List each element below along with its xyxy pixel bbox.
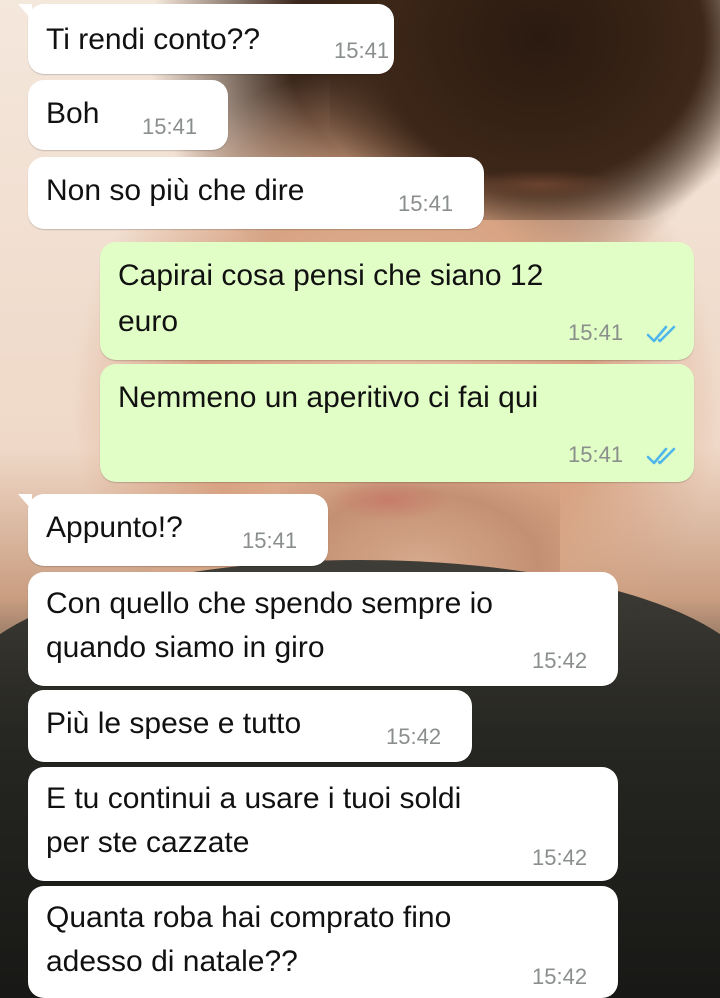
wallpaper-photo-eyebrow bbox=[460, 170, 620, 200]
message-time: 15:42 bbox=[386, 724, 442, 749]
message-bubble-incoming[interactable]: Con quello che spendo sempre io quando s… bbox=[28, 572, 618, 686]
message-bubble-incoming[interactable]: Appunto!? 15:41 bbox=[18, 494, 328, 566]
message-text: Boh bbox=[46, 97, 100, 130]
message-text: Appunto!? bbox=[46, 511, 183, 544]
message-text-line: per ste cazzate bbox=[46, 826, 250, 859]
message-text-line: quando siamo in giro bbox=[46, 631, 325, 664]
message-time: 15:41 bbox=[142, 114, 198, 139]
message-text-line: Con quello che spendo sempre io bbox=[46, 587, 493, 620]
message-time: 15:41 bbox=[242, 528, 298, 553]
bubble-tail bbox=[18, 4, 32, 20]
message-text-line: adesso di natale?? bbox=[46, 945, 298, 978]
double-check-read-icon bbox=[646, 447, 676, 465]
message-text-line: euro bbox=[118, 305, 179, 338]
message-time: 15:42 bbox=[532, 964, 588, 989]
message-bubble-incoming[interactable]: Non so più che dire 15:41 bbox=[28, 157, 484, 229]
wallpaper-photo-lips bbox=[330, 480, 450, 520]
message-bubble-incoming[interactable]: Boh 15:41 bbox=[28, 80, 228, 150]
message-text-line: E tu continui a usare i tuoi soldi bbox=[46, 782, 462, 815]
message-time: 15:41 bbox=[568, 442, 624, 467]
message-text: Non so più che dire bbox=[46, 174, 305, 207]
bubble-tail bbox=[18, 494, 32, 510]
message-time: 15:41 bbox=[334, 38, 390, 63]
message-time: 15:41 bbox=[398, 191, 454, 216]
message-text: Nemmeno un aperitivo ci fai qui bbox=[118, 381, 539, 414]
message-text: Più le spese e tutto bbox=[46, 707, 302, 740]
message-bubble-incoming[interactable]: Più le spese e tutto 15:42 bbox=[28, 690, 472, 762]
message-text-line: Capirai cosa pensi che siano 12 bbox=[118, 259, 544, 292]
message-bubble-outgoing[interactable]: Capirai cosa pensi che siano 12 euro 15:… bbox=[100, 242, 694, 360]
message-time: 15:41 bbox=[568, 320, 624, 345]
double-check-read-icon bbox=[646, 325, 676, 343]
message-time: 15:42 bbox=[532, 648, 588, 673]
message-bubble-incoming[interactable]: E tu continui a usare i tuoi soldi per s… bbox=[28, 767, 618, 881]
message-bubble-incoming[interactable]: Ti rendi conto?? 15:41 bbox=[18, 4, 394, 74]
message-text: Ti rendi conto?? bbox=[46, 23, 261, 56]
message-text-line: Quanta roba hai comprato fino bbox=[46, 901, 452, 934]
message-bubble-incoming[interactable]: Quanta roba hai comprato fino adesso di … bbox=[28, 886, 618, 998]
message-time: 15:42 bbox=[532, 845, 588, 870]
message-bubble-outgoing[interactable]: Nemmeno un aperitivo ci fai qui 15:41 bbox=[100, 364, 694, 482]
